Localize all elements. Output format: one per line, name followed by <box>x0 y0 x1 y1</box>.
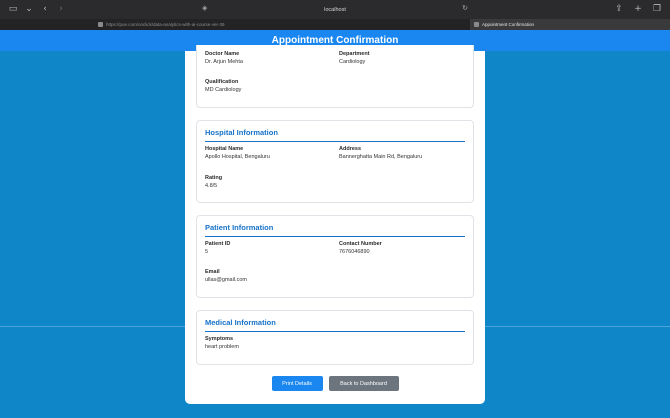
tab-label: Appointment Confirmation <box>482 22 535 27</box>
field-department: Department Cardiology <box>339 51 370 66</box>
field-label: Department <box>339 51 370 57</box>
forward-icon[interactable]: › <box>56 4 66 14</box>
browser-toolbar: ▭ ⌄ ‹ › ◈ localhost ↻ ⇪ + ❐ <box>0 0 670 19</box>
browser-chrome: ▭ ⌄ ‹ › ◈ localhost ↻ ⇪ + ❐ https://poe.… <box>0 0 670 30</box>
new-tab-icon[interactable]: + <box>633 4 643 14</box>
field-symptoms: Symptoms heart problem <box>205 336 239 351</box>
field-label: Qualification <box>205 79 239 85</box>
back-icon[interactable]: ‹ <box>40 4 50 14</box>
favicon-icon <box>474 22 479 27</box>
hospital-section: Hospital Information Hospital Name Apoll… <box>196 120 474 203</box>
field-value: 5 <box>205 249 209 255</box>
field-label: Address <box>339 146 362 152</box>
section-rule <box>205 236 465 237</box>
address-bar[interactable]: ◈ localhost ↻ <box>200 4 470 15</box>
reload-icon[interactable]: ↻ <box>462 4 468 12</box>
field-value: Bannerghatta Main Rd, Bengaluru <box>339 154 423 160</box>
url-host: localhost <box>324 6 346 13</box>
field-value: Cardiology <box>339 59 366 65</box>
field-qualification: Qualification MD Cardiology <box>205 79 241 94</box>
field-value: Apollo Hospital, Bengaluru <box>205 154 270 160</box>
section-title: Hospital Information <box>205 128 278 137</box>
share-icon[interactable]: ⇪ <box>614 4 624 14</box>
section-rule <box>205 141 465 142</box>
action-buttons: Print Details Back to Dashboard <box>185 376 485 391</box>
tab-label: https://poe.com/onclick/data-analytics-w… <box>106 22 225 27</box>
shield-icon: ◈ <box>202 4 208 12</box>
field-label: Email <box>205 269 220 275</box>
tab-strip: https://poe.com/onclick/data-analytics-w… <box>0 19 670 30</box>
field-patient-id: Patient ID 5 <box>205 241 230 256</box>
field-value: 7676046890 <box>339 249 370 255</box>
field-hospital-name: Hospital Name Apollo Hospital, Bengaluru <box>205 146 270 161</box>
field-address: Address Bannerghatta Main Rd, Bengaluru <box>339 146 422 161</box>
field-label: Hospital Name <box>205 146 244 152</box>
field-label: Symptoms <box>205 336 234 342</box>
field-rating: Rating 4.8/5 <box>205 175 222 190</box>
chevron-down-icon[interactable]: ⌄ <box>24 4 34 14</box>
field-doctor-name: Doctor Name Dr. Arjun Mehta <box>205 51 243 66</box>
section-title: Medical Information <box>205 318 276 327</box>
section-title: Patient Information <box>205 223 274 232</box>
favicon-icon <box>98 22 103 27</box>
tab-appointment[interactable]: Appointment Confirmation <box>470 19 670 30</box>
field-contact-number: Contact Number 7676046890 <box>339 241 382 256</box>
field-label: Patient ID <box>205 241 231 247</box>
field-value: Dr. Arjun Mehta <box>205 59 243 65</box>
field-label: Rating <box>205 175 223 181</box>
medical-section: Medical Information Symptoms heart probl… <box>196 310 474 365</box>
field-value: heart problem <box>205 344 239 350</box>
patient-section: Patient Information Patient ID 5 Contact… <box>196 215 474 298</box>
sidebar-icon[interactable]: ▭ <box>8 4 18 14</box>
doctor-section: Doctor Name Dr. Arjun Mehta Department C… <box>196 45 474 108</box>
section-rule <box>205 331 465 332</box>
field-label: Contact Number <box>339 241 382 247</box>
field-value: MD Cardiology <box>205 87 242 93</box>
field-email: Email ullas@gmail.com <box>205 269 247 284</box>
back-to-dashboard-button[interactable]: Back to Dashboard <box>328 376 399 391</box>
confirmation-card: Doctor Name Dr. Arjun Mehta Department C… <box>185 45 485 404</box>
field-value: 4.8/5 <box>205 183 218 189</box>
field-value: ullas@gmail.com <box>205 277 247 283</box>
tab-poe[interactable]: https://poe.com/onclick/data-analytics-w… <box>0 19 470 30</box>
field-label: Doctor Name <box>205 51 240 57</box>
print-details-button[interactable]: Print Details <box>271 376 323 391</box>
tab-overview-icon[interactable]: ❐ <box>652 4 662 14</box>
